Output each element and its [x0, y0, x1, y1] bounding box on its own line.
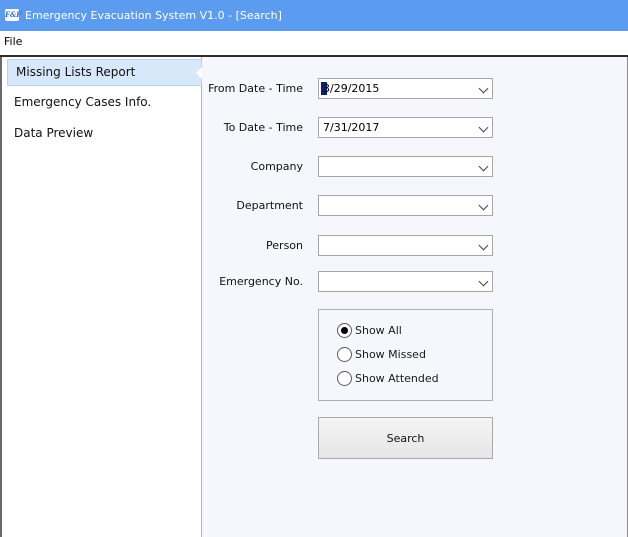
- to-date-value: 7/31/2017: [323, 121, 380, 134]
- sidebar: Missing Lists Report Emergency Cases Inf…: [0, 57, 203, 537]
- show-filter-group: Show All Show Missed Show Attended: [318, 309, 493, 401]
- chevron-down-icon[interactable]: [478, 83, 489, 94]
- radio-checked-icon[interactable]: [337, 323, 352, 338]
- company-dropdown[interactable]: [318, 156, 493, 177]
- radio-unchecked-icon[interactable]: [337, 371, 352, 386]
- search-panel: From Date - Time 3/29/2015 To Date - Tim…: [202, 57, 628, 537]
- from-date-label: From Date - Time: [208, 82, 303, 95]
- from-date-value: 3/29/2015: [323, 82, 380, 95]
- show-all-label: Show All: [355, 324, 402, 337]
- emergency-no-dropdown[interactable]: [318, 271, 493, 292]
- sidebar-item-data-preview[interactable]: Data Preview: [14, 126, 93, 140]
- menu-bar: File: [0, 31, 628, 53]
- from-date-picker[interactable]: 3/29/2015: [318, 78, 493, 99]
- show-all-option[interactable]: Show All: [337, 323, 402, 338]
- chevron-down-icon[interactable]: [478, 276, 489, 287]
- search-button[interactable]: Search: [318, 417, 493, 459]
- sidebar-item-missing-lists-report[interactable]: Missing Lists Report: [7, 59, 203, 86]
- to-date-label: To Date - Time: [223, 121, 303, 134]
- chevron-down-icon[interactable]: [478, 200, 489, 211]
- menu-file[interactable]: File: [4, 35, 22, 48]
- person-label: Person: [266, 239, 303, 252]
- title-bar: F&F Emergency Evacuation System V1.0 - […: [0, 0, 628, 31]
- radio-unchecked-icon[interactable]: [337, 347, 352, 362]
- show-missed-label: Show Missed: [355, 348, 426, 361]
- show-attended-label: Show Attended: [355, 372, 439, 385]
- department-dropdown[interactable]: [318, 195, 493, 216]
- emergency-no-label: Emergency No.: [219, 275, 303, 288]
- to-date-picker[interactable]: 7/31/2017: [318, 117, 493, 138]
- company-label: Company: [250, 160, 303, 173]
- sidebar-item-emergency-cases-info[interactable]: Emergency Cases Info.: [14, 95, 151, 109]
- chevron-down-icon[interactable]: [478, 122, 489, 133]
- window-title: Emergency Evacuation System V1.0 - [Sear…: [25, 9, 282, 22]
- chevron-down-icon[interactable]: [478, 161, 489, 172]
- sidebar-item-label: Missing Lists Report: [16, 65, 136, 79]
- show-missed-option[interactable]: Show Missed: [337, 347, 426, 362]
- chevron-down-icon[interactable]: [478, 240, 489, 251]
- department-label: Department: [236, 199, 303, 212]
- app-logo-icon: F&F: [5, 9, 22, 21]
- show-attended-option[interactable]: Show Attended: [337, 371, 439, 386]
- person-dropdown[interactable]: [318, 235, 493, 256]
